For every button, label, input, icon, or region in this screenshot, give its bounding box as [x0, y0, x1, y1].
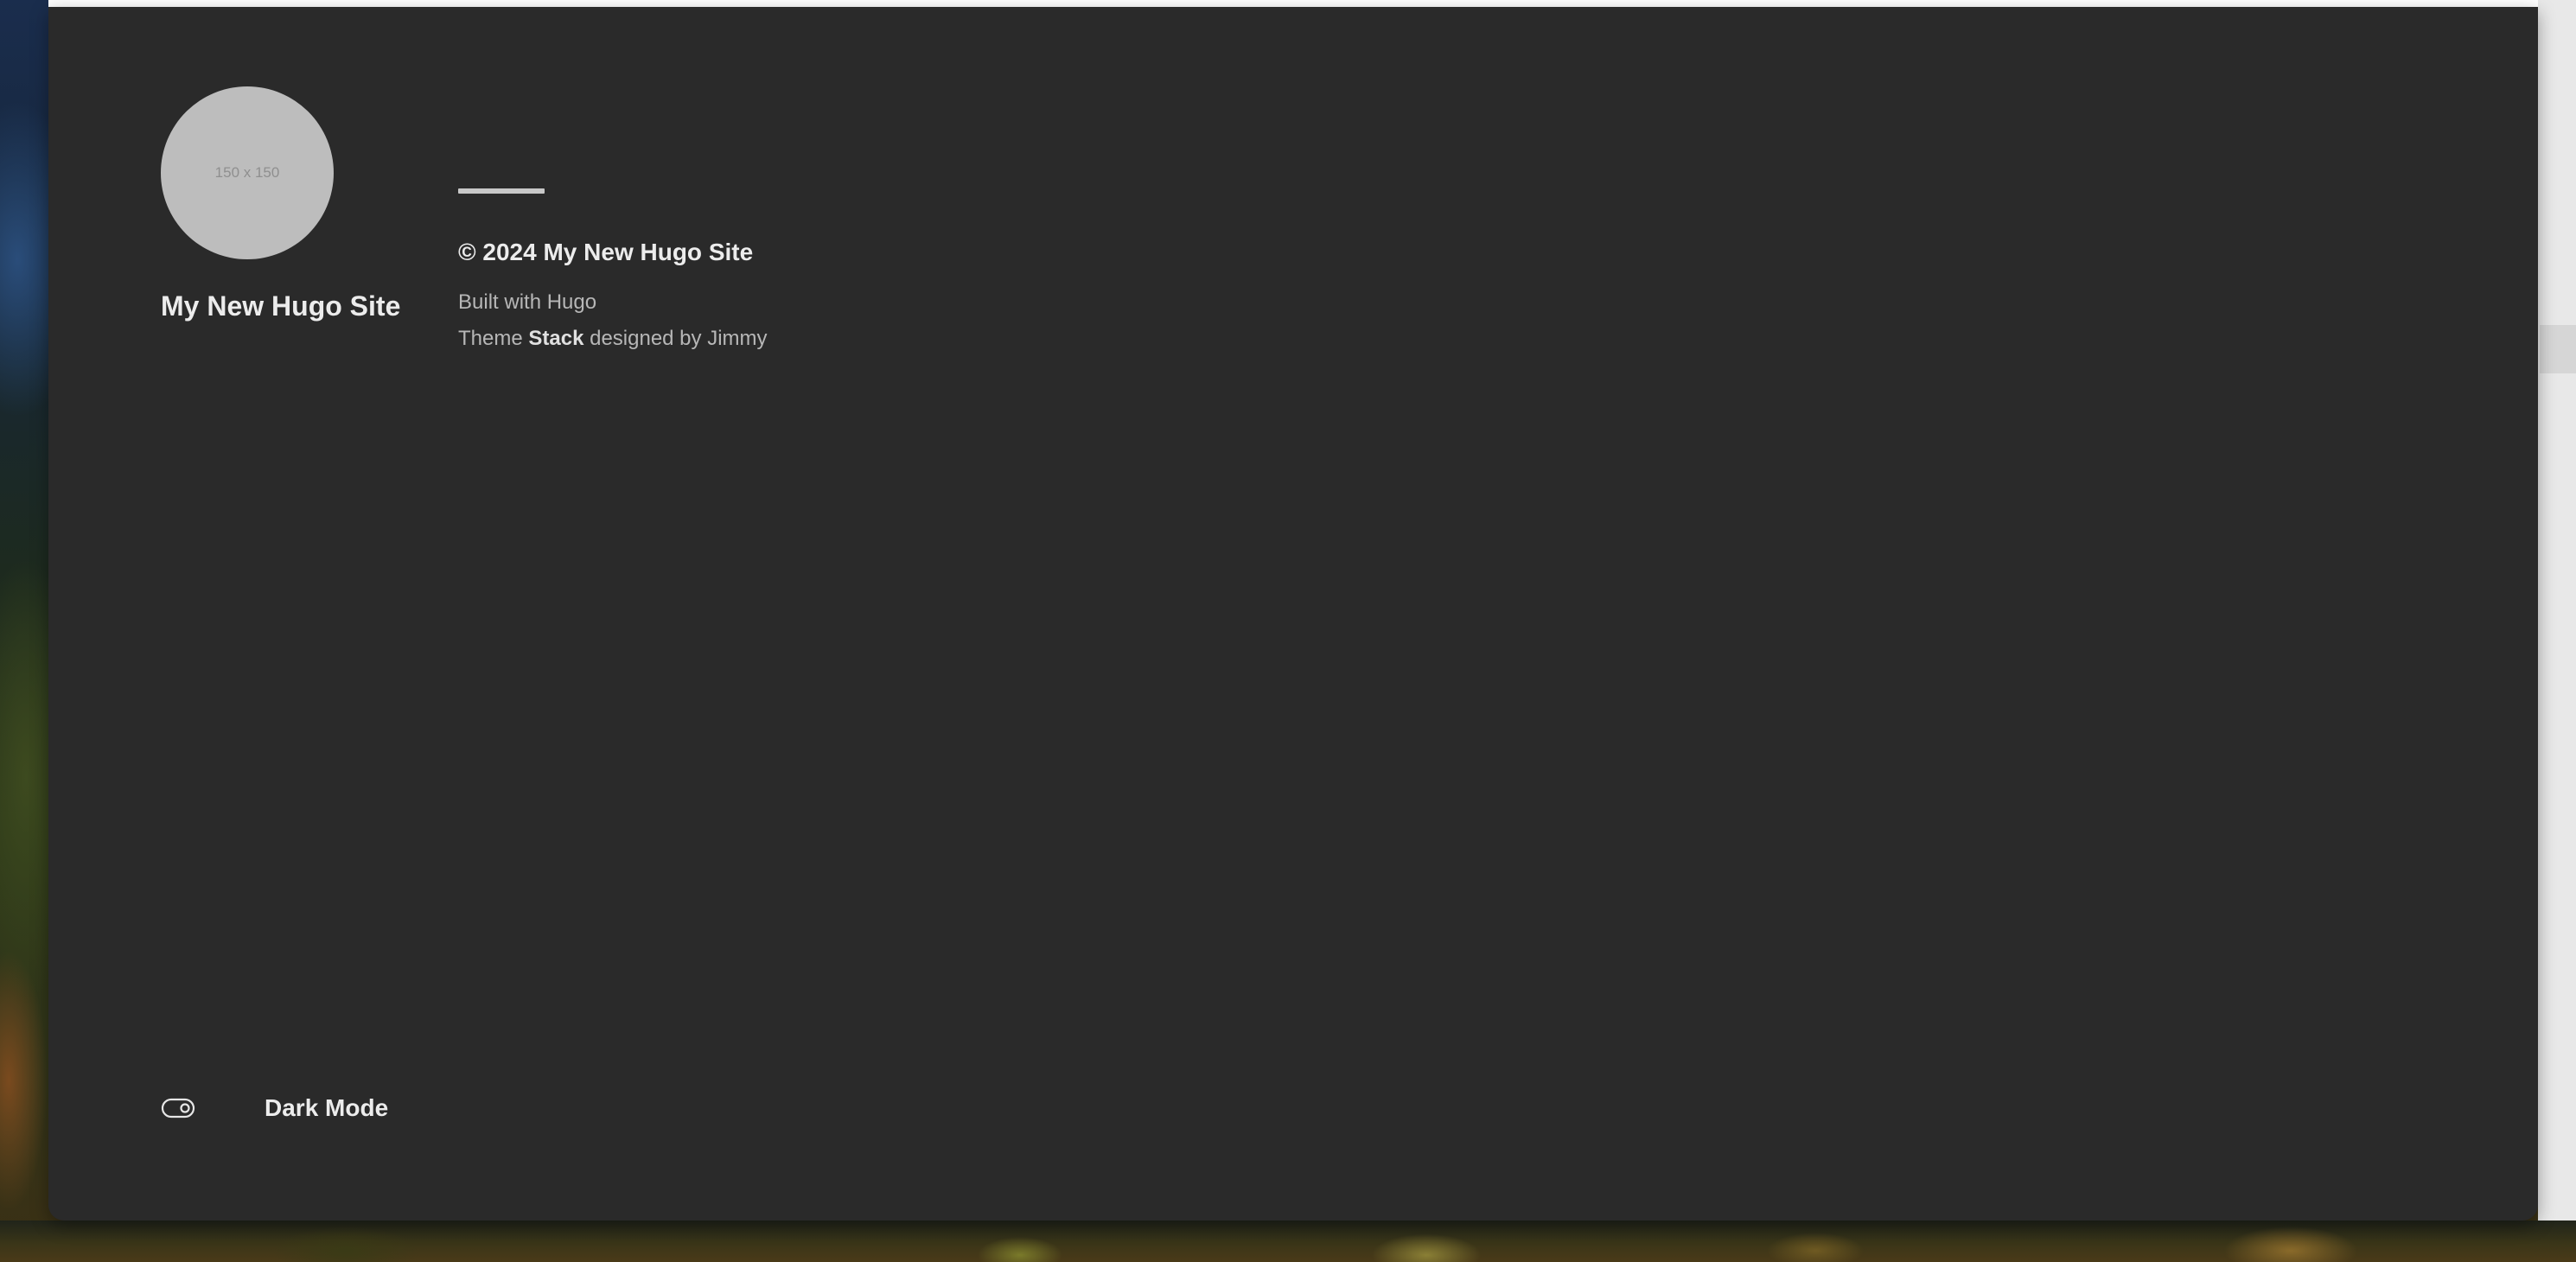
toggle-icon — [161, 1098, 195, 1119]
footer-divider — [458, 188, 545, 194]
main-panel — [48, 7, 2538, 1221]
dark-mode-label: Dark Mode — [265, 1094, 389, 1121]
theme-name-link[interactable]: Stack — [528, 327, 583, 350]
scrollbar-track[interactable] — [2538, 0, 2576, 1221]
footer-built-with[interactable]: Built with Hugo — [458, 290, 596, 315]
top-border — [48, 0, 2538, 7]
footer-copyright: © 2024 My New Hugo Site — [458, 239, 754, 265]
site-title[interactable]: My New Hugo Site — [161, 290, 400, 322]
footer-theme-credit: Theme Stack designed by Jimmy — [458, 327, 768, 351]
theme-suffix[interactable]: designed by Jimmy — [590, 327, 767, 350]
dark-mode-toggle[interactable]: Dark Mode — [161, 1091, 388, 1125]
avatar[interactable]: 150 x 150 — [161, 86, 334, 259]
background-forest — [0, 1221, 2576, 1262]
theme-prefix: Theme — [458, 327, 523, 350]
scrollbar-thumb[interactable] — [2540, 325, 2576, 373]
avatar-placeholder-text: 150 x 150 — [214, 164, 280, 181]
